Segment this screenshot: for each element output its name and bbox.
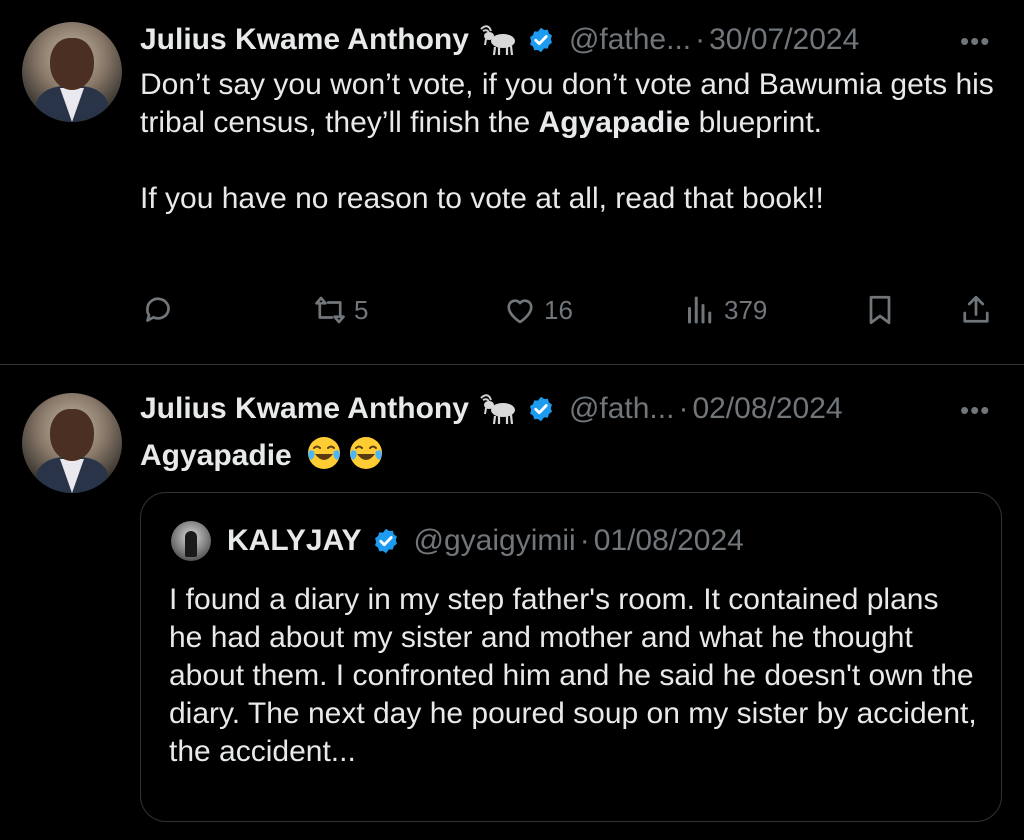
author-name[interactable]: Julius Kwame Anthony (140, 392, 469, 426)
verified-badge-icon (529, 27, 552, 53)
bookmark-icon (869, 295, 891, 325)
quoted-author-name[interactable]: KALYJAY (227, 524, 362, 558)
face-with-tears-of-joy-icon (308, 437, 341, 469)
tweet-text-part2: blueprint. (690, 106, 822, 139)
quoted-tweet-header: KALYJAY @gyaigyimii · 01/08/2024 (227, 523, 744, 559)
tweet-1[interactable]: Julius Kwame Anthony @fathe... · 30/07/2… (0, 0, 1024, 364)
views-count: 379 (724, 294, 768, 325)
tweet-date[interactable]: 02/08/2024 (692, 392, 842, 426)
author-handle[interactable]: @fathe... (569, 23, 691, 57)
quoted-tweet[interactable]: KALYJAY @gyaigyimii · 01/08/2024 I found… (140, 492, 1002, 822)
bar-chart-icon (688, 296, 712, 324)
views-button[interactable]: 379 (682, 292, 767, 328)
author-name[interactable]: Julius Kwame Anthony (140, 23, 469, 57)
retweet-count: 5 (354, 294, 369, 325)
heart-icon (507, 299, 533, 324)
tweet-text-para2: If you have no reason to vote at all, re… (140, 182, 824, 215)
quoted-author-handle[interactable]: @gyaigyimii (414, 524, 576, 558)
more-options-button[interactable]: ••• (960, 26, 990, 57)
face-with-tears-of-joy-icon (350, 437, 383, 469)
tweet-date[interactable]: 30/07/2024 (709, 23, 859, 57)
verified-badge-icon (529, 396, 552, 422)
retweet-button[interactable]: 5 (312, 292, 368, 328)
tweet-text-bold: Agyapadie (140, 439, 292, 472)
bookmark-button[interactable] (862, 292, 898, 328)
action-bar: 5 16 379 (140, 292, 1010, 336)
goat-emoji-icon (480, 394, 515, 425)
share-button[interactable] (958, 292, 994, 328)
quoted-author-avatar[interactable] (171, 521, 211, 561)
separator-dot: · (695, 23, 706, 56)
tweet-text-bold: Agyapadie (538, 106, 691, 139)
verified-badge-icon (374, 528, 397, 554)
goat-emoji-icon (480, 25, 515, 56)
speech-bubble-icon (146, 297, 170, 322)
reply-button[interactable] (140, 292, 176, 328)
retweet-icon (315, 296, 345, 324)
tweet-text: Don’t say you won’t vote, if you don’t v… (140, 66, 1010, 218)
author-handle[interactable]: @fath... (569, 392, 675, 426)
share-icon (963, 295, 989, 323)
tweet-header: Julius Kwame Anthony @fath... · 02/08/20… (140, 389, 843, 429)
author-avatar[interactable] (22, 22, 122, 122)
separator-dot: · (678, 392, 689, 425)
author-avatar[interactable] (22, 393, 122, 493)
quoted-tweet-date[interactable]: 01/08/2024 (594, 524, 744, 558)
quoted-tweet-text: I found a diary in my step father's room… (169, 583, 977, 768)
like-count: 16 (544, 294, 573, 325)
tweet-header: Julius Kwame Anthony @fathe... · 30/07/2… (140, 20, 859, 60)
more-options-button[interactable]: ••• (960, 395, 990, 426)
separator-dot: · (579, 524, 590, 557)
tweet-text: Agyapadie (140, 435, 1010, 475)
like-button[interactable]: 16 (502, 292, 573, 328)
tweet-2[interactable]: Julius Kwame Anthony @fath... · 02/08/20… (0, 365, 1024, 840)
